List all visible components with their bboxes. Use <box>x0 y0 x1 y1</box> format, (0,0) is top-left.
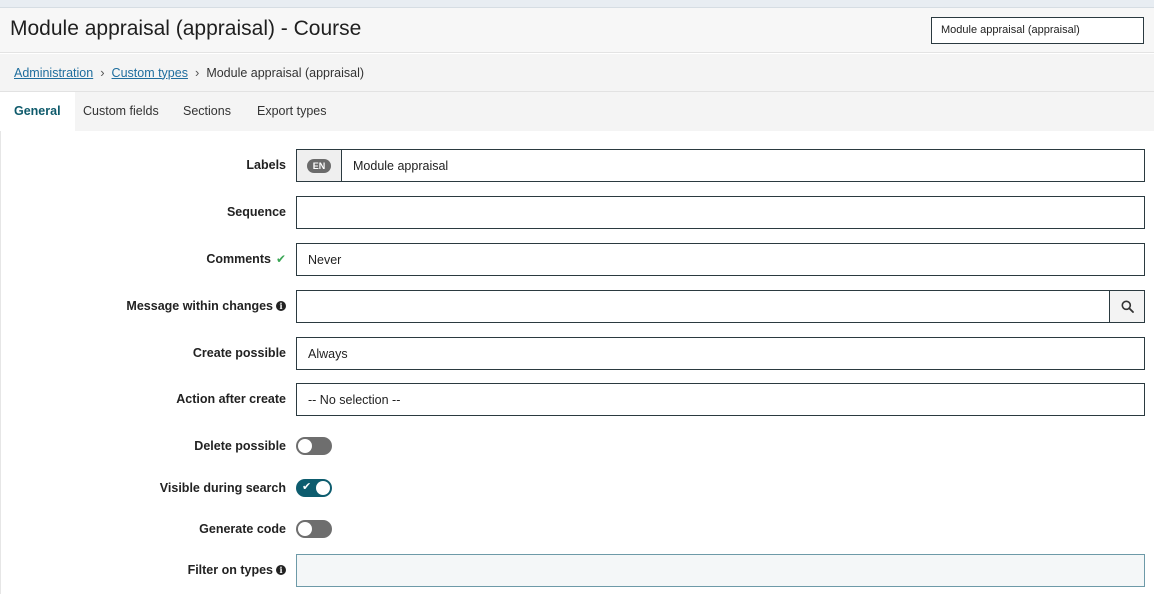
action-after-create-select[interactable]: -- No selection -- <box>296 383 1145 416</box>
generate-code-label: Generate code <box>199 522 286 536</box>
message-within-changes-label: Message within changes i <box>126 299 286 313</box>
delete-possible-label: Delete possible <box>194 439 286 453</box>
check-icon: ✔ <box>275 252 286 266</box>
create-possible-select[interactable]: Always <box>296 337 1145 370</box>
tab-bar: General Custom fields Sections Export ty… <box>0 92 1154 132</box>
toggle-knob <box>316 481 330 495</box>
sequence-input[interactable] <box>296 196 1145 229</box>
comments-label-text: Comments <box>206 252 271 266</box>
generate-code-label-text: Generate code <box>199 522 286 536</box>
filter-on-types-input[interactable] <box>296 554 1145 587</box>
labels-input[interactable]: Module appraisal <box>341 149 1145 182</box>
create-possible-label-text: Create possible <box>192 346 286 360</box>
general-form: Labels EN Module appraisal Sequence Comm… <box>0 131 1154 594</box>
filter-on-types-label: Filter on types i <box>188 563 286 577</box>
create-possible-label: Create possible <box>193 346 286 360</box>
chevron-right-icon: › <box>194 65 200 80</box>
visible-during-search-toggle[interactable]: ✔ <box>296 479 332 497</box>
visible-during-search-label-text: Visible during search <box>159 481 286 495</box>
breadcrumb-link-custom-types[interactable]: Custom types <box>112 66 188 80</box>
visible-during-search-label: Visible during search <box>160 481 286 495</box>
tab-sections[interactable]: Sections <box>183 92 231 131</box>
record-selector-field[interactable]: Module appraisal (appraisal) <box>931 17 1144 44</box>
comments-label: Comments ✔ <box>206 252 286 266</box>
check-icon: ✔ <box>302 481 312 493</box>
toggle-knob <box>298 439 312 453</box>
sequence-label-text: Sequence <box>226 205 286 219</box>
top-bar <box>0 0 1154 8</box>
delete-possible-toggle[interactable] <box>296 437 332 455</box>
tab-general[interactable]: General <box>0 92 75 132</box>
breadcrumb-bar: Administration › Custom types › Module a… <box>0 54 1154 92</box>
delete-possible-label-text: Delete possible <box>194 439 286 453</box>
labels-label: Labels <box>246 158 286 172</box>
chevron-right-icon: › <box>100 65 105 80</box>
info-circle-icon[interactable]: i <box>276 301 286 311</box>
message-search-button[interactable] <box>1109 290 1145 323</box>
labels-label-text: Labels <box>246 158 286 172</box>
message-within-changes-label-text: Message within changes <box>126 299 273 313</box>
comments-select[interactable]: Never <box>296 243 1145 276</box>
action-after-create-label-text: Action after create <box>176 392 286 406</box>
page-header: Module appraisal (appraisal) - Course Mo… <box>0 8 1154 53</box>
tab-export-types[interactable]: Export types <box>257 92 326 131</box>
language-badge: EN <box>306 158 332 173</box>
message-within-changes-input[interactable] <box>296 290 1110 323</box>
sequence-label: Sequence <box>227 205 286 219</box>
action-after-create-label: Action after create <box>176 392 286 406</box>
generate-code-toggle[interactable] <box>296 520 332 538</box>
info-circle-icon[interactable]: i <box>276 565 286 575</box>
breadcrumb: Administration › Custom types › Module a… <box>14 65 364 80</box>
tab-custom-fields[interactable]: Custom fields <box>83 92 159 131</box>
filter-on-types-label-text: Filter on types <box>187 563 273 577</box>
page-title: Module appraisal (appraisal) - Course <box>10 17 362 40</box>
search-icon <box>1121 300 1134 313</box>
breadcrumb-current: Module appraisal (appraisal) <box>206 65 365 80</box>
toggle-knob <box>298 522 312 536</box>
breadcrumb-link-administration[interactable]: Administration <box>14 66 93 80</box>
language-addon[interactable]: EN <box>296 149 342 182</box>
